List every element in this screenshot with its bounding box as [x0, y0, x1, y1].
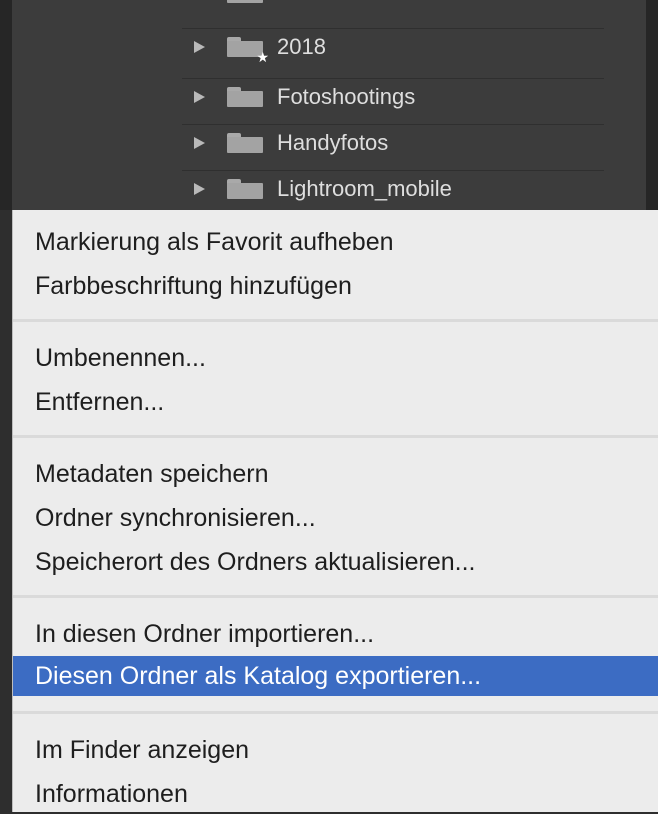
menu-item-add-color-label[interactable]: Farbbeschriftung hinzufügen	[13, 266, 658, 306]
menu-item-export-as-catalog[interactable]: Diesen Ordner als Katalog exportieren...	[13, 656, 658, 696]
folder-icon	[227, 133, 263, 153]
folder-row-2017[interactable]: 2017	[182, 0, 604, 11]
menu-item-show-in-finder[interactable]: Im Finder anzeigen	[13, 730, 658, 770]
folder-name: Fotoshootings	[277, 84, 416, 109]
folder-icon: ★	[227, 37, 269, 64]
menu-separator	[13, 595, 658, 598]
folder-icon	[227, 0, 263, 3]
folder-row-lightroom-mobile[interactable]: Lightroom_mobile	[182, 170, 604, 207]
menu-item-rename[interactable]: Umbenennen...	[13, 338, 658, 378]
menu-item-update-folder-location[interactable]: Speicherort des Ordners aktualisieren...	[13, 542, 658, 582]
panel-border-left	[0, 0, 12, 210]
menu-item-import-into-folder[interactable]: In diesen Ordner importieren...	[13, 614, 658, 654]
folder-name: Lightroom_mobile	[277, 176, 452, 201]
folder-name: 2018	[277, 34, 326, 59]
menu-separator	[13, 711, 658, 714]
folder-icon	[227, 87, 263, 107]
expand-arrow-icon[interactable]	[194, 41, 205, 53]
folder-name: 2017	[277, 0, 326, 6]
folder-panel: 2017 ★ 2018 Fotoshootings Handyfotos Lig…	[0, 0, 658, 210]
folder-row-handyfotos[interactable]: Handyfotos	[182, 124, 604, 161]
menu-item-save-metadata[interactable]: Metadaten speichern	[13, 454, 658, 494]
panel-border-right	[646, 0, 658, 210]
folder-icon	[227, 179, 263, 199]
menu-item-synchronize-folder[interactable]: Ordner synchronisieren...	[13, 498, 658, 538]
menu-item-remove-favorite[interactable]: Markierung als Favorit aufheben	[13, 222, 658, 262]
expand-arrow-icon[interactable]	[194, 183, 205, 195]
menu-separator	[13, 435, 658, 438]
menu-item-remove[interactable]: Entfernen...	[13, 382, 658, 422]
menu-item-information[interactable]: Informationen	[13, 774, 658, 814]
context-menu: Markierung als Favorit aufheben Farbbesc…	[12, 210, 658, 812]
folder-row-fotoshootings[interactable]: Fotoshootings	[182, 78, 604, 115]
expand-arrow-icon[interactable]	[194, 137, 205, 149]
star-icon: ★	[256, 49, 269, 65]
folder-row-2018[interactable]: ★ 2018	[182, 28, 604, 65]
expand-arrow-icon[interactable]	[194, 91, 205, 103]
folder-name: Handyfotos	[277, 130, 389, 155]
menu-separator	[13, 319, 658, 322]
